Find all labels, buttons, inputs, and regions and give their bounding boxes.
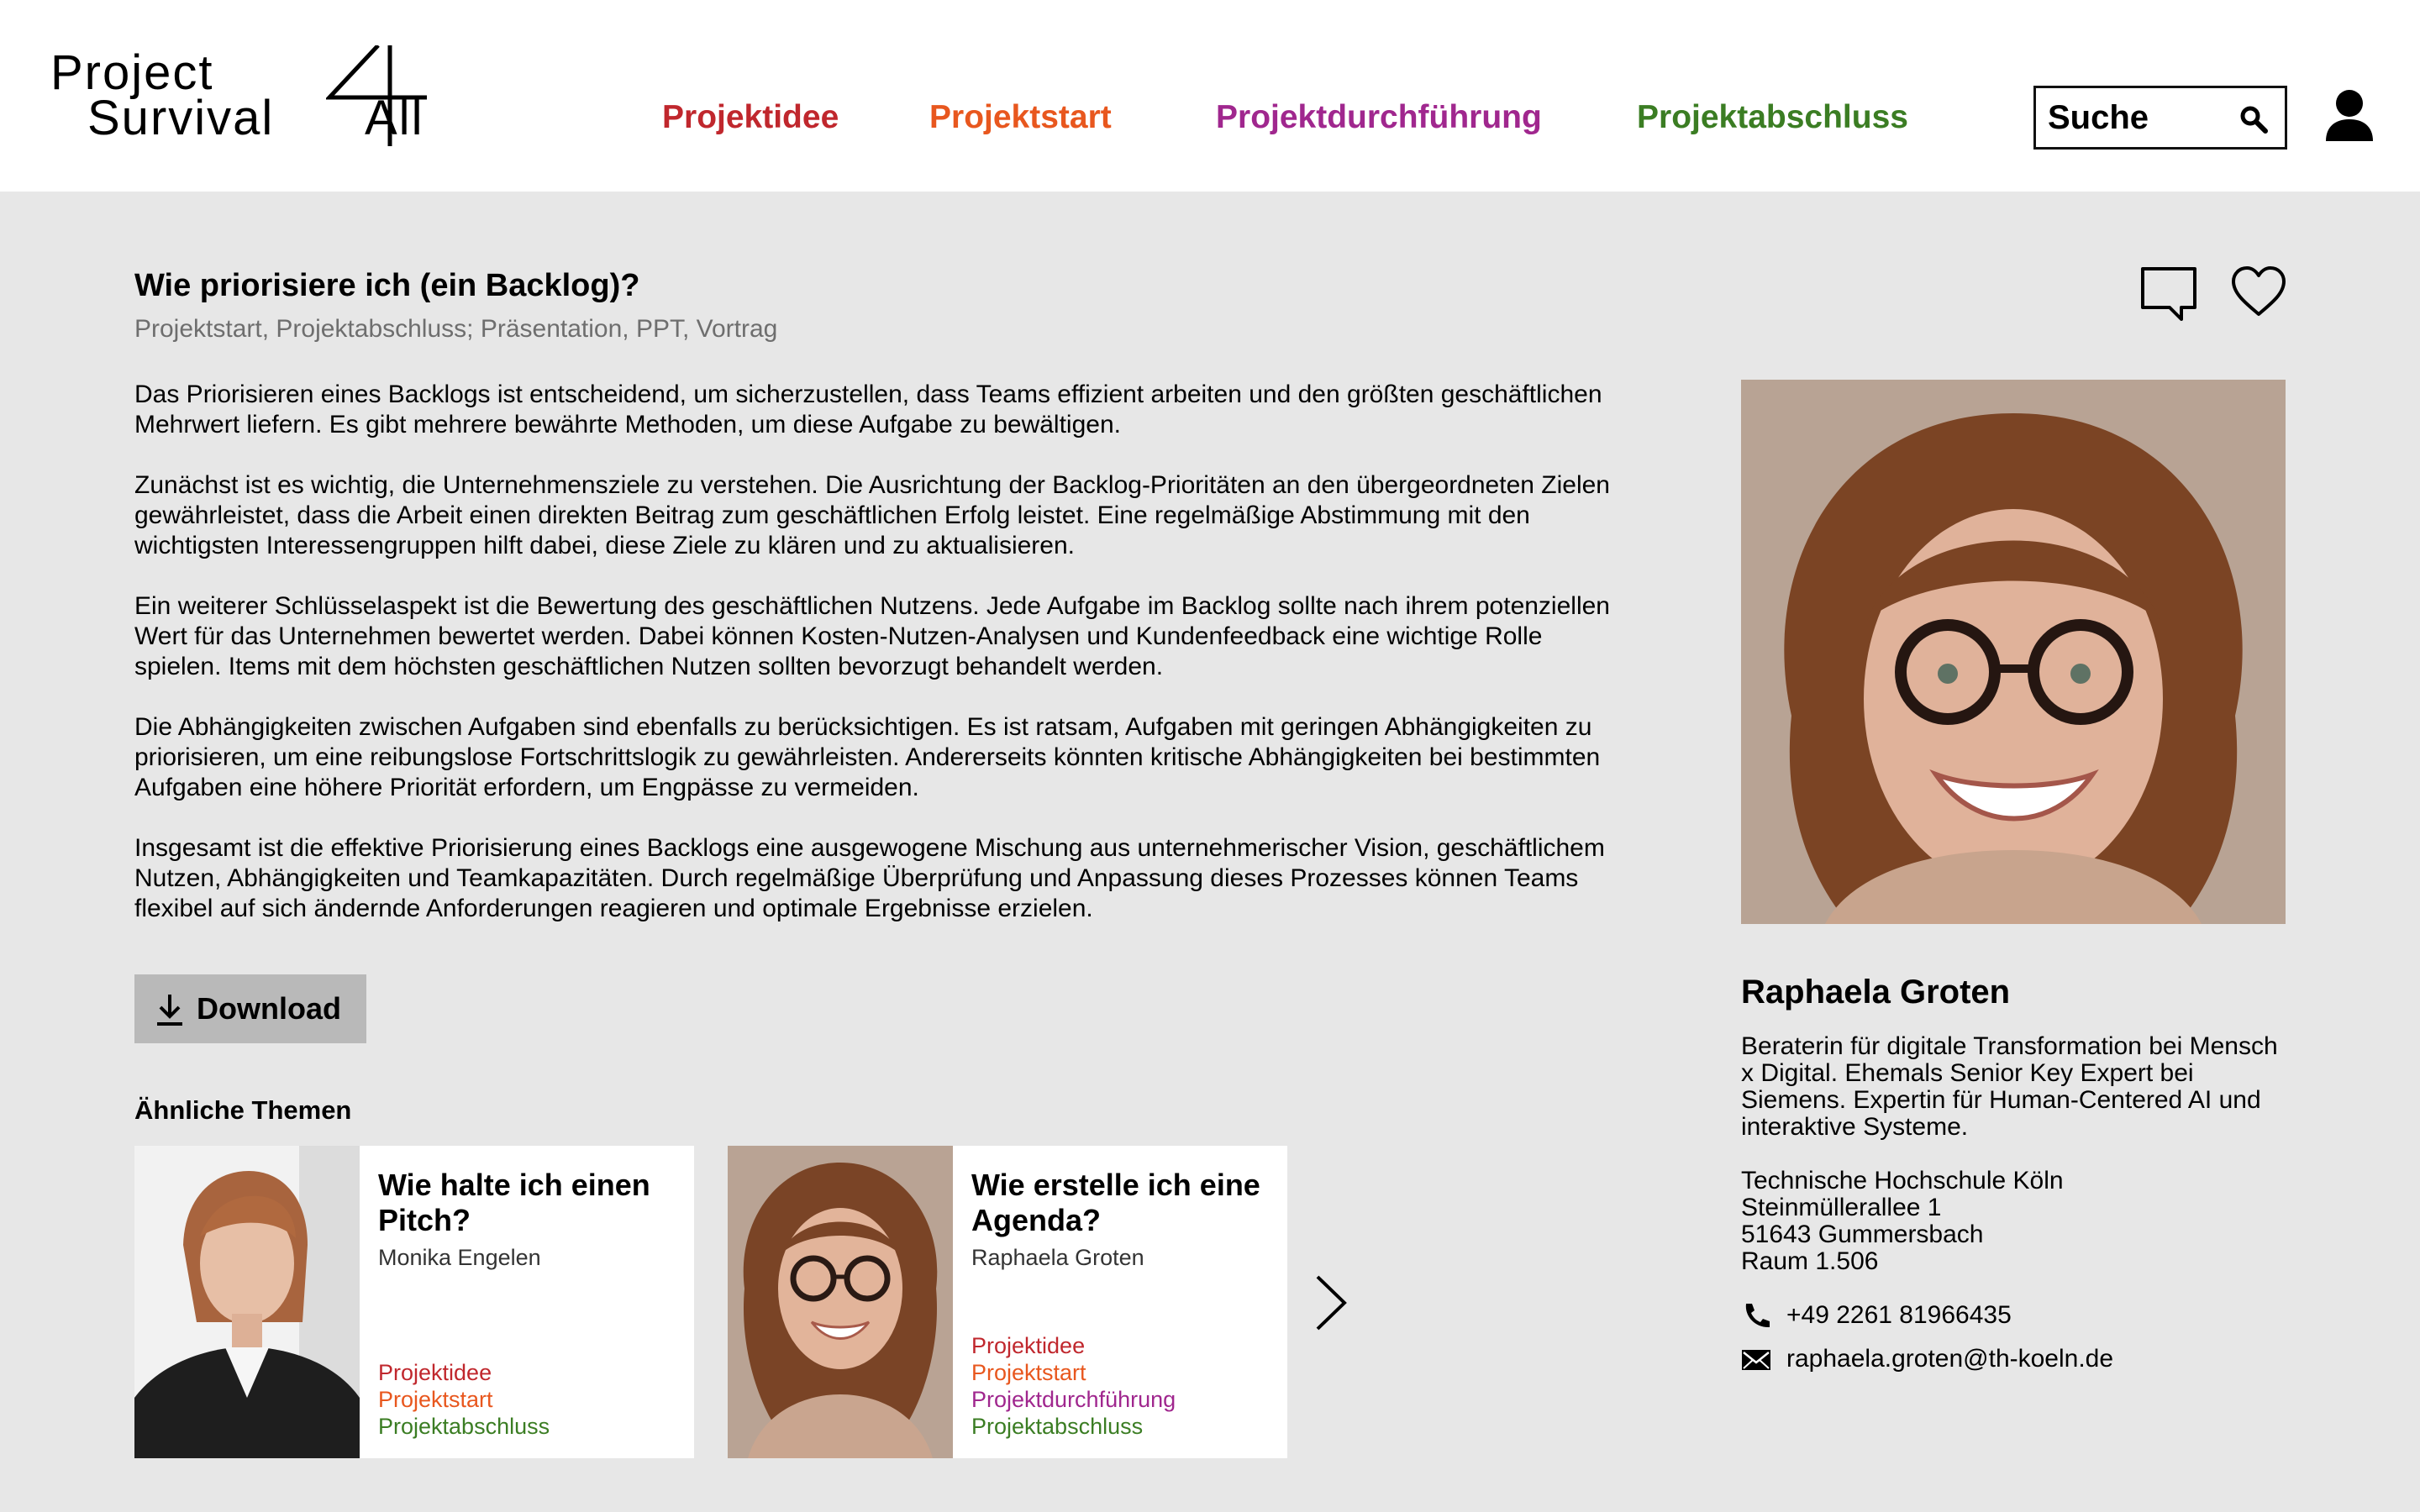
site-logo[interactable]: Project Survival All — [44, 44, 464, 153]
nav-projektidee[interactable]: Projektidee — [662, 92, 839, 143]
address-line: Raum 1.506 — [1741, 1247, 1879, 1275]
site-header: Project Survival All Projektidee Projekt… — [0, 0, 2420, 192]
mail-icon — [1742, 1350, 1770, 1370]
nav-projektabschluss[interactable]: Projektabschluss — [1637, 92, 1908, 143]
similar-topics-heading: Ähnliche Themen — [134, 1095, 352, 1125]
card-author: Raphaela Groten — [971, 1245, 1144, 1270]
nav-projektstart[interactable]: Projektstart — [929, 92, 1112, 143]
card-tag-projektstart: Projektstart — [378, 1387, 493, 1412]
author-photo — [728, 1146, 953, 1458]
address-line: Steinmüllerallee 1 — [1741, 1194, 1942, 1221]
card-tags: Projektidee Projektstart Projektabschlus… — [378, 1359, 550, 1440]
similar-topic-card[interactable]: Wie erstelle ich eine Agenda? Raphaela G… — [728, 1146, 1287, 1458]
person-address: Technische Hochschule Köln Steinmülleral… — [1741, 1168, 2064, 1275]
card-tag-projektstart: Projektstart — [971, 1360, 1086, 1385]
phone-number: +49 2261 81966435 — [1786, 1301, 2012, 1329]
article-body: Das Priorisieren eines Backlogs ist ents… — [134, 380, 1613, 954]
author-portrait — [1741, 380, 2286, 924]
download-label: Download — [197, 991, 341, 1026]
card-author: Monika Engelen — [378, 1245, 541, 1270]
chevron-right-icon[interactable] — [1311, 1273, 1351, 1332]
similar-topic-card[interactable]: Wie halte ich einen Pitch? Monika Engele… — [134, 1146, 694, 1458]
card-tag-projektdurchfuehrung: Projektdurchführung — [971, 1387, 1176, 1412]
logo-word-survival: Survival — [87, 91, 275, 145]
article-paragraph: Insgesamt ist die effektive Priorisierun… — [134, 834, 1605, 922]
download-button[interactable]: Download — [134, 974, 366, 1043]
email-address: raphaela.groten@th-koeln.de — [1786, 1345, 2114, 1373]
article-paragraph: Ein weiterer Schlüsselaspekt ist die Bew… — [134, 592, 1610, 680]
article-paragraph: Zunächst ist es wichtig, die Unternehmen… — [134, 471, 1610, 559]
address-line: 51643 Gummersbach — [1741, 1221, 1984, 1248]
logo-word-all: All — [365, 91, 424, 145]
search-icon[interactable] — [2239, 105, 2268, 134]
card-title: Wie halte ich einen Pitch? — [378, 1168, 650, 1237]
card-tag-projektabschluss: Projektabschluss — [971, 1414, 1144, 1439]
phone-icon — [1745, 1304, 1770, 1328]
comment-icon[interactable] — [2139, 265, 2198, 323]
person-name: Raphaela Groten — [1741, 974, 2011, 1011]
heart-icon[interactable] — [2230, 265, 2287, 318]
person-bio: Beraterin für digitale Transformation be… — [1741, 1032, 2278, 1141]
article-paragraph: Das Priorisieren eines Backlogs ist ents… — [134, 381, 1602, 438]
user-icon[interactable] — [2324, 89, 2375, 143]
search-box[interactable]: Suche — [2033, 86, 2287, 150]
article-title: Wie priorisiere ich (ein Backlog)? — [134, 268, 640, 303]
author-photo — [134, 1146, 360, 1458]
download-icon — [157, 995, 182, 1026]
card-tags: Projektidee Projektstart Projektdurchfüh… — [971, 1332, 1176, 1440]
card-tag-projektidee: Projektidee — [971, 1333, 1086, 1358]
card-title: Wie erstelle ich eine Agenda? — [971, 1168, 1260, 1237]
nav-projektdurchfuehrung[interactable]: Projektdurchführung — [1216, 92, 1542, 143]
article-tags: Projektstart, Projektabschluss; Präsenta… — [134, 315, 778, 343]
search-label: Suche — [2048, 99, 2149, 136]
article-paragraph: Die Abhängigkeiten zwischen Aufgaben sin… — [134, 713, 1601, 801]
card-tag-projektidee: Projektidee — [378, 1360, 492, 1385]
card-tag-projektabschluss: Projektabschluss — [378, 1414, 550, 1439]
address-line: Technische Hochschule Köln — [1741, 1167, 2064, 1194]
